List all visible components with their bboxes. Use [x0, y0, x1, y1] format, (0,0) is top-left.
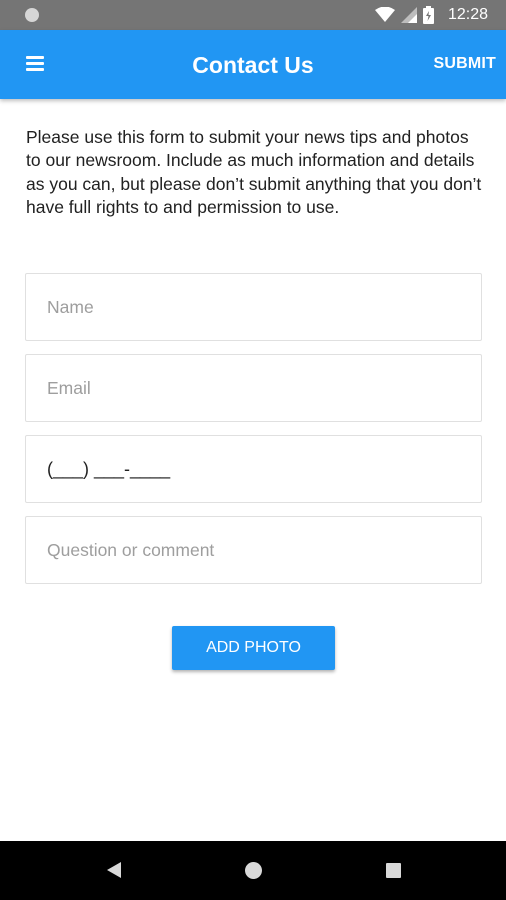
app-bar: Contact Us SUBMIT — [0, 30, 506, 99]
hamburger-menu-icon[interactable] — [26, 56, 44, 72]
signal-icon — [400, 7, 417, 23]
name-field-container — [25, 273, 482, 341]
add-photo-button[interactable]: ADD PHOTO — [172, 626, 335, 670]
back-icon[interactable] — [106, 861, 122, 879]
comment-field[interactable] — [26, 517, 481, 583]
wifi-icon — [374, 7, 395, 22]
battery-icon — [422, 6, 434, 24]
status-icons: 12:28 — [374, 5, 488, 25]
email-field-container — [25, 354, 482, 422]
intro-text: Please use this form to submit your news… — [26, 127, 482, 217]
comment-field-container — [25, 516, 482, 584]
notification-dot-icon — [25, 8, 39, 22]
page-title: Contact Us — [192, 52, 314, 78]
system-nav-bar — [0, 841, 506, 900]
email-field[interactable] — [26, 355, 481, 421]
phone-field-container[interactable]: (___) ___-____ — [25, 435, 482, 503]
phone-field[interactable]: (___) ___-____ — [47, 459, 170, 480]
status-time: 12:28 — [447, 6, 488, 23]
status-bar: 12:28 — [0, 0, 506, 30]
recent-apps-icon[interactable] — [386, 863, 401, 878]
home-icon[interactable] — [245, 862, 262, 879]
submit-button[interactable]: SUBMIT — [433, 55, 496, 73]
name-field[interactable] — [26, 274, 481, 340]
